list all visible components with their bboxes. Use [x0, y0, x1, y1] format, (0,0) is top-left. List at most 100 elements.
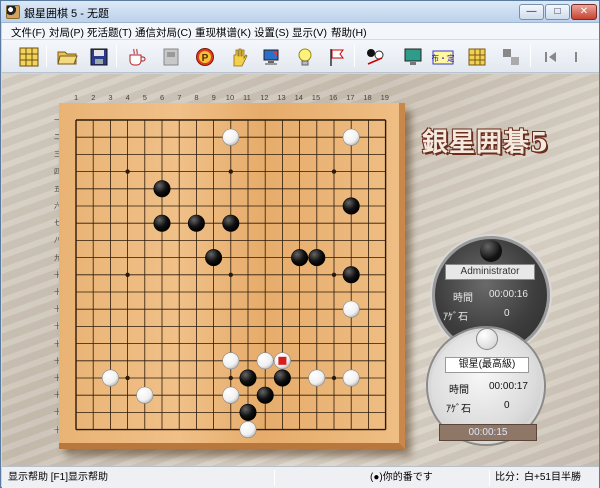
svg-text:?: ? — [273, 51, 278, 60]
star-point — [331, 169, 337, 174]
resign-hand-icon[interactable] — [226, 44, 252, 69]
player-top-time-label: 時間 — [453, 293, 473, 304]
black-stone — [342, 266, 360, 284]
column-label: 6 — [160, 93, 165, 102]
board-grid-icon[interactable] — [16, 44, 42, 69]
close-button[interactable]: ✕ — [571, 4, 597, 20]
menu-network-play[interactable]: 通信対局(C) — [135, 25, 192, 40]
go-board-svg[interactable] — [59, 103, 405, 449]
black-stone — [239, 369, 257, 387]
toolbar: P ? 布・定 — [2, 40, 599, 73]
hint-bulb-icon[interactable] — [292, 44, 318, 69]
column-label: 15 — [311, 93, 321, 102]
player-bottom-time-label: 時間 — [449, 385, 469, 396]
white-stone — [136, 386, 154, 404]
black-stone — [187, 214, 205, 232]
analysis-icon[interactable] — [362, 44, 388, 69]
menu-bar: 文件(F) 対局(P) 死活题(T) 通信対局(C) 重现棋谱(K) 设置(S)… — [2, 23, 599, 40]
white-stone — [222, 128, 240, 146]
column-label: 17 — [346, 93, 355, 102]
player-bottom-captures: 0 — [504, 400, 510, 411]
menu-settings[interactable]: 设置(S) — [254, 25, 289, 40]
prev-move-icon[interactable] — [568, 44, 594, 69]
layout-icon[interactable]: 布・定 — [430, 44, 456, 69]
move-timer: 00:00:15 — [439, 424, 537, 441]
white-stone — [256, 352, 274, 370]
white-stone — [101, 369, 119, 387]
player-bottom-capture-label: ｱｹﾞ石 — [446, 404, 471, 415]
white-stone — [222, 386, 240, 404]
window-title: 銀星囲棋 5 - 无题 — [24, 8, 109, 20]
column-label: 1 — [74, 93, 79, 102]
app-logo: 銀星囲碁5 — [422, 128, 550, 158]
column-label: 2 — [91, 93, 96, 102]
go-board[interactable] — [59, 103, 405, 449]
star-point — [125, 169, 130, 174]
menu-view[interactable]: 显示(V) — [292, 25, 327, 40]
column-label: 12 — [260, 93, 269, 102]
status-score-label: 比分： — [495, 472, 525, 483]
column-label: 14 — [294, 93, 303, 102]
coffee-cup-icon[interactable] — [124, 44, 150, 69]
column-label: 7 — [177, 93, 182, 102]
menu-help[interactable]: 帮助(H) — [331, 25, 367, 40]
black-stone — [239, 403, 257, 421]
white-stone — [239, 421, 257, 439]
disabled-record-icon[interactable] — [158, 44, 184, 69]
star-point — [125, 375, 130, 381]
white-stone — [342, 300, 360, 318]
menu-tsumego[interactable]: 死活题(T) — [87, 25, 132, 40]
menu-replay[interactable]: 重现棋谱(K) — [195, 25, 251, 40]
flag-icon[interactable] — [324, 44, 350, 69]
player-top-captures: 0 — [504, 308, 510, 319]
title-bar[interactable]: 銀星囲棋 5 - 无题 — □ ✕ — [1, 1, 599, 23]
white-stone — [308, 369, 326, 387]
column-label: 9 — [211, 93, 216, 102]
star-point — [331, 272, 337, 277]
black-stone — [273, 369, 291, 387]
white-stone-icon — [476, 328, 498, 350]
star-point — [125, 272, 130, 277]
svg-text:布・定: 布・定 — [432, 53, 454, 63]
status-help-text: 显示帮助 [F1]显示帮助 — [8, 472, 109, 483]
menu-game[interactable]: 対局(P) — [49, 25, 84, 40]
column-label: 3 — [108, 93, 113, 102]
monitor-icon[interactable] — [400, 44, 426, 69]
network-computer-icon[interactable]: ? — [258, 44, 284, 69]
menu-file[interactable]: 文件(F) — [11, 25, 45, 40]
maximize-button[interactable]: □ — [545, 4, 570, 20]
star-point — [331, 375, 337, 381]
main-area: 銀星囲碁5 1 2 3 4 5 6 7 8 9 10 11 12 13 14 15 16 17 18 19 一二三四… — [2, 74, 599, 466]
column-label: 16 — [329, 93, 338, 102]
stone-move-icon[interactable] — [498, 44, 524, 69]
open-folder-icon[interactable] — [54, 44, 80, 69]
white-stone — [222, 352, 240, 370]
black-stone — [342, 197, 360, 215]
save-disk-icon[interactable] — [86, 44, 112, 69]
column-label: 11 — [243, 93, 251, 102]
first-move-icon[interactable] — [538, 44, 564, 69]
player-top-time: 00:00:16 — [489, 289, 528, 300]
grid-board-icon[interactable] — [464, 44, 490, 69]
star-point — [228, 272, 233, 277]
star-point — [228, 375, 233, 381]
white-stone — [342, 128, 360, 146]
status-turn-text: (●)你的番です — [370, 472, 433, 483]
go-app-icon — [6, 5, 20, 19]
pass-p-icon[interactable]: P — [192, 44, 218, 69]
player-top-capture-label: ｱｹﾞ石 — [443, 312, 468, 323]
black-stone — [256, 386, 274, 404]
black-stone — [153, 180, 171, 198]
column-label: 5 — [142, 93, 147, 102]
minimize-button[interactable]: — — [519, 4, 544, 20]
white-stone — [342, 369, 360, 387]
column-label: 10 — [225, 93, 235, 102]
column-label: 8 — [194, 93, 199, 102]
black-stone — [291, 249, 309, 267]
player-top-name: Administrator — [445, 264, 535, 280]
column-label: 4 — [125, 93, 130, 102]
status-score: 白+51目半勝 — [524, 472, 581, 483]
player-bottom-name: 银星(最高級) — [445, 357, 529, 373]
black-stone-icon — [480, 240, 502, 262]
svg-text:P: P — [202, 53, 209, 64]
